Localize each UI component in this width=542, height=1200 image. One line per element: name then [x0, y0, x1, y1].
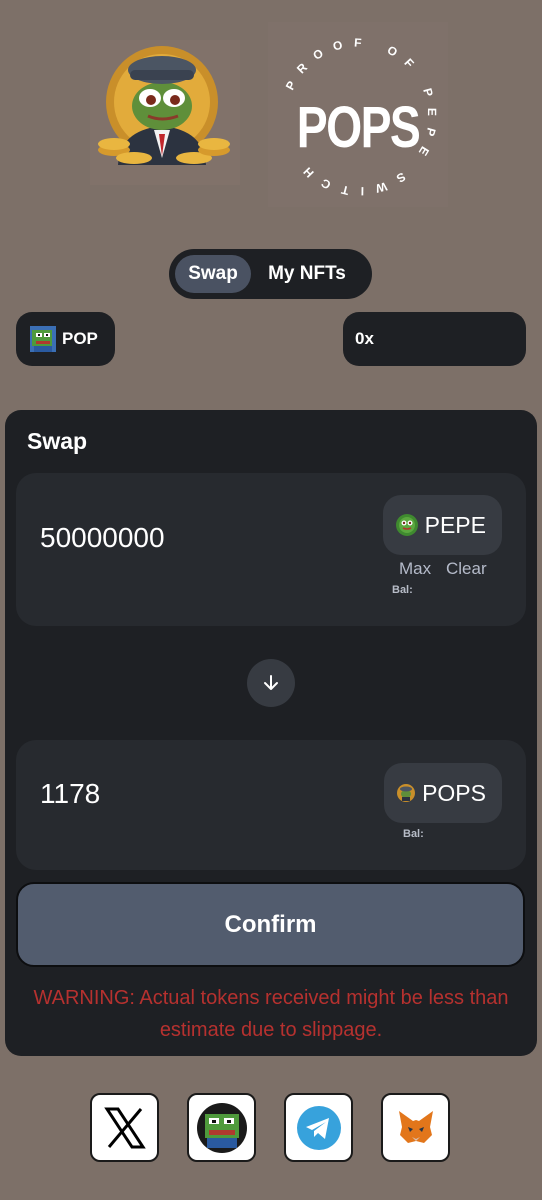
metamask-icon	[398, 1110, 433, 1143]
arrow-down-icon	[264, 675, 278, 690]
telegram-icon	[296, 1105, 341, 1150]
pepe-token-icon	[395, 514, 418, 536]
from-token-label: PEPE	[424, 511, 486, 538]
from-token-select[interactable]: PEPE	[382, 495, 502, 555]
pop-token-chip[interactable]: POP	[16, 312, 115, 366]
telegram-link-button[interactable]	[284, 1093, 353, 1162]
clear-button[interactable]: Clear	[446, 559, 487, 579]
from-amount-input[interactable]: 50000000	[40, 522, 165, 554]
pops-logo-text: POPS	[296, 95, 421, 160]
pepe-pixel-icon	[30, 326, 56, 352]
wallet-address-button[interactable]: 0x	[343, 312, 526, 366]
confirm-button[interactable]: Confirm	[16, 882, 525, 967]
view-toggle: Swap My NFTs	[169, 249, 372, 299]
x-link-button[interactable]	[90, 1093, 159, 1162]
to-token-select[interactable]: POPS	[384, 763, 502, 823]
metamask-link-button[interactable]	[381, 1093, 450, 1162]
swap-title: Swap	[27, 428, 88, 454]
from-balance-label: Bal:	[392, 584, 413, 596]
wallet-address-label: 0x	[355, 329, 374, 348]
pops-logo: PROOF OF PEPE SWITCH POPS	[268, 22, 448, 207]
swap-card: Swap 50000000 PEPE Max Clear Bal: 1178 P…	[5, 410, 537, 1056]
x-icon	[103, 1107, 146, 1148]
to-amount-output: 1178	[40, 778, 101, 809]
to-token-label: POPS	[422, 779, 486, 806]
slippage-warning: WARNING: Actual tokens received might be…	[33, 987, 509, 1041]
from-panel: 50000000 PEPE Max Clear Bal:	[16, 473, 526, 626]
pepe-coin-logo-icon	[98, 46, 230, 165]
max-button[interactable]: Max	[399, 559, 431, 579]
pops-token-icon	[397, 784, 416, 802]
pepe-link-button[interactable]	[187, 1093, 256, 1162]
pop-token-label: POP	[62, 329, 98, 348]
swap-direction-button[interactable]	[247, 659, 295, 707]
to-balance-label: Bal:	[403, 828, 424, 840]
pepe-icon	[196, 1102, 247, 1153]
to-panel: 1178 POPS Bal:	[16, 740, 526, 870]
tab-swap[interactable]: Swap	[175, 255, 251, 293]
pepe-coin-logo	[90, 40, 240, 185]
tab-my-nfts[interactable]: My NFTs	[251, 255, 363, 293]
